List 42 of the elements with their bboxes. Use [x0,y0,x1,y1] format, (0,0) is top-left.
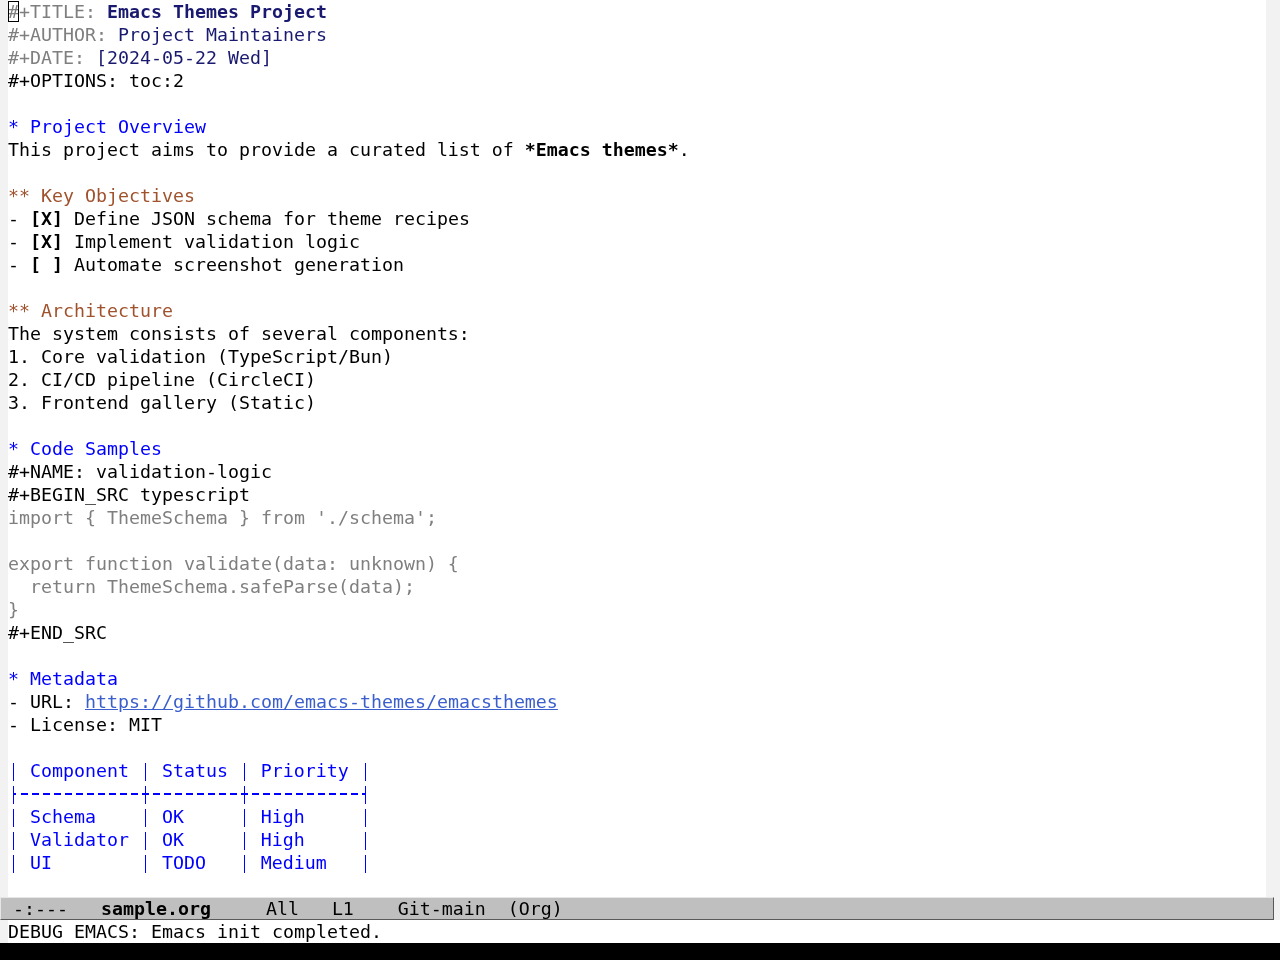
outline-heading: ** Architecture [8,299,173,322]
list-item: - URL: https://github.com/emacs-themes/emacsthemes [8,690,558,713]
buffer-status: -:--- [13,897,68,920]
checklist-item: - [X] Implement validation logic [8,230,360,253]
block-keyword-line: #+BEGIN_SRC typescript [8,483,250,506]
column-header: Status [161,759,228,782]
checklist-item: - [X] Define JSON schema for theme recipes [8,207,470,230]
table-cell: High [260,805,305,828]
block-keyword-line: #+NAME: validation-logic [8,460,272,483]
outline-heading: * Code Samples [8,437,162,460]
numbered-item: 1. Core validation (TypeScript/Bun) [8,345,393,368]
source-code-text: import { ThemeSchema } from './schema'; export function validate(data: unknown) { return ThemeSchema.safeParse(data); } [8,506,459,621]
table-cell: Medium [260,851,327,874]
table-cell: Validator [29,828,129,851]
keyword-line: #+AUTHOR: Project Maintainers [8,23,327,46]
checklist-item: - [ ] Automate screenshot generation [8,253,404,276]
buffer-position: All [265,897,299,920]
list-item: - License: MIT [8,713,162,736]
vc-branch: Git-main [397,897,486,920]
table-cell: High [260,828,305,851]
paragraph-text: The system consists of several components: [8,322,470,345]
echo-area-message: DEBUG EMACS: Emacs init completed. [8,920,382,943]
major-mode: (Org) [507,897,563,920]
block-keyword-line: #+END_SRC [8,621,107,644]
table-cell: Schema [29,805,96,828]
outline-heading: * Project Overview [8,115,206,138]
table-cell: OK [161,805,184,828]
column-header: Priority [260,759,349,782]
numbered-item: 2. CI/CD pipeline (CircleCI) [8,368,316,391]
outline-heading: ** Key Objectives [8,184,195,207]
table-cell: TODO [161,851,206,874]
outline-heading: * Metadata [8,667,118,690]
column-header: Component [29,759,129,782]
keyword-line: #+DATE: [2024-05-22 Wed] [8,46,272,69]
paragraph-text: This project aims to provide a curated list of *Emacs themes*. [8,138,690,161]
table-cell: OK [161,828,184,851]
line-number: L1 [331,897,354,920]
numbered-item: 3. Frontend gallery (Static) [8,391,316,414]
table-cell: UI [29,851,52,874]
url-link[interactable]: https://github.com/emacs-themes/emacsthemes [85,691,558,712]
keyword-line: #+OPTIONS: toc:2 [8,69,184,92]
buffer-name: sample.org [100,897,211,920]
